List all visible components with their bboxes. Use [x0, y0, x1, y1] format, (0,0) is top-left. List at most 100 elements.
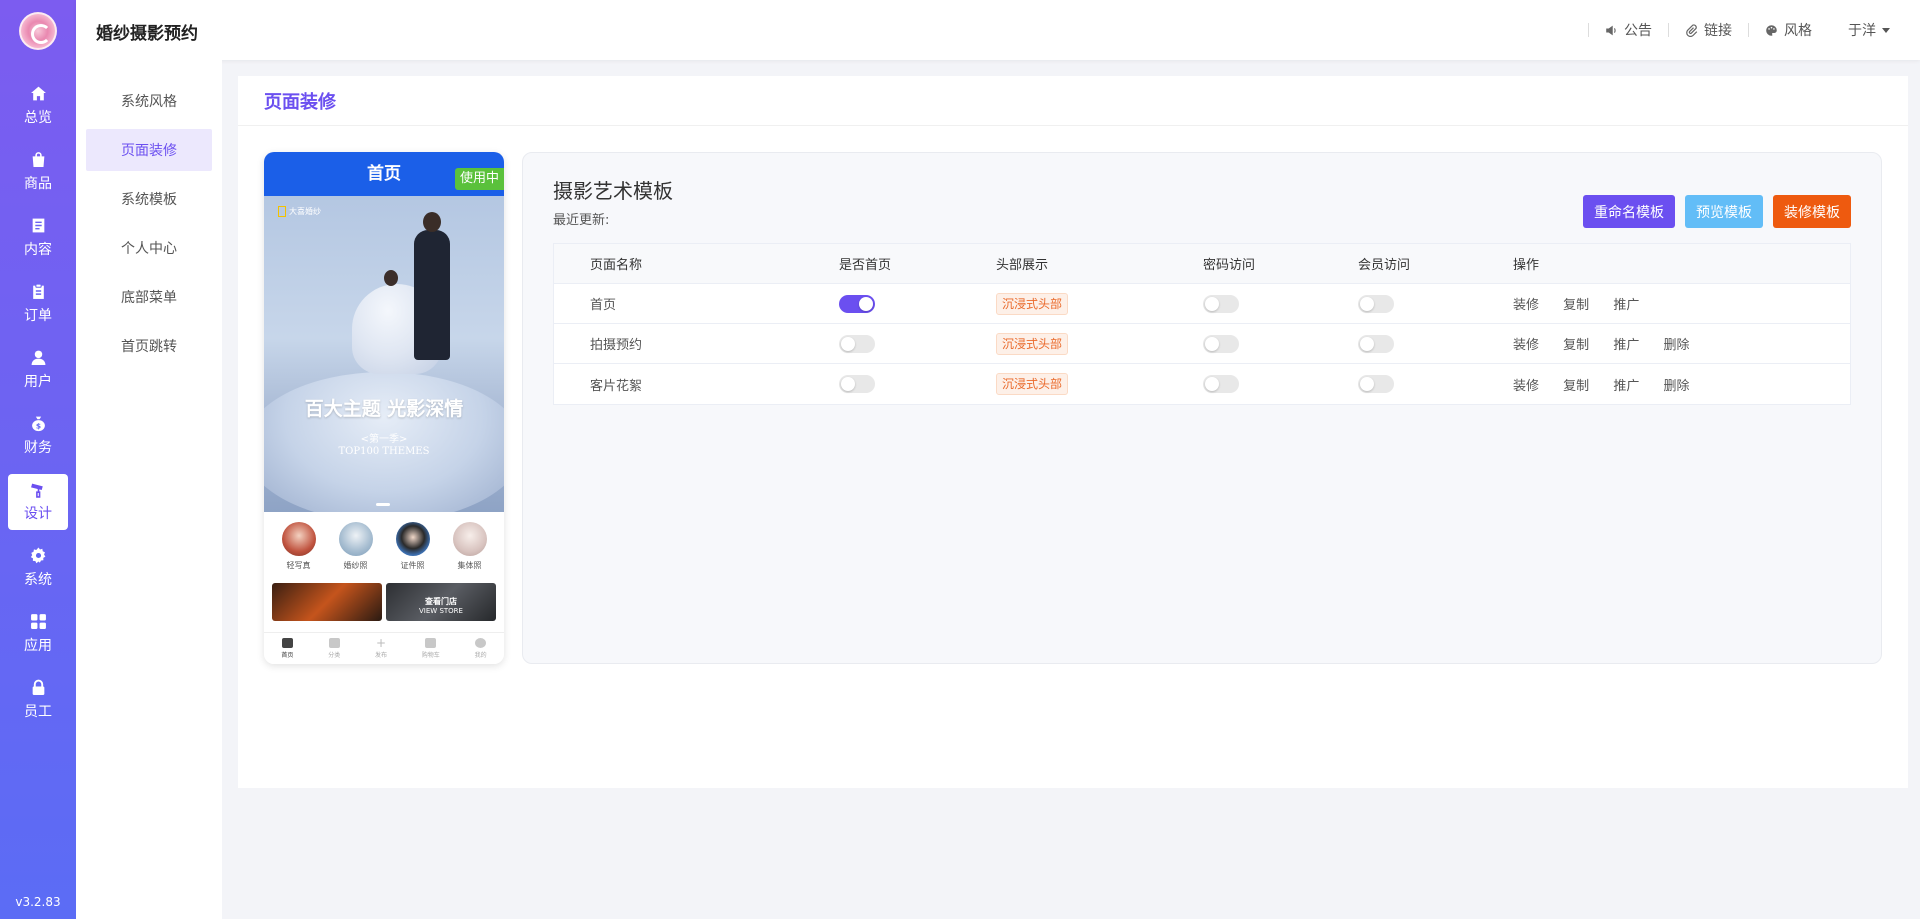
- phone-tab-category[interactable]: 分类: [328, 638, 340, 659]
- phone-tab-label: 我的: [474, 652, 487, 659]
- category-list: 轻写真 婚纱照 证件照 集体照: [264, 512, 504, 571]
- delete-link[interactable]: 删除: [1663, 375, 1689, 394]
- status-badge: 使用中: [454, 168, 504, 190]
- decorate-link[interactable]: 装修: [1513, 334, 1539, 353]
- subnav-item-personal-center[interactable]: 个人中心: [86, 227, 212, 269]
- rename-template-button[interactable]: 重命名模板: [1583, 195, 1675, 228]
- category-label: 婚纱照: [343, 561, 368, 570]
- phone-tab-cart[interactable]: 购物车: [422, 638, 440, 659]
- password-toggle[interactable]: [1203, 375, 1239, 393]
- grid-icon: [328, 638, 340, 648]
- preview-template-button[interactable]: 预览模板: [1685, 195, 1763, 228]
- phone-tab-publish[interactable]: + 发布: [375, 636, 387, 659]
- nav-item-label: 系统: [24, 572, 52, 588]
- subnav-item-page-decoration[interactable]: 页面装修: [86, 129, 212, 171]
- member-toggle[interactable]: [1358, 375, 1394, 393]
- pages-table: 页面名称 是否首页 头部展示 密码访问 会员访问 操作 首页 沉浸式头部 装修 …: [553, 243, 1851, 405]
- home-icon: [281, 638, 293, 648]
- promote-link[interactable]: 推广: [1613, 375, 1639, 394]
- nav-item-finance[interactable]: $ 财务: [8, 408, 68, 464]
- decorate-template-button[interactable]: 装修模板: [1773, 195, 1851, 228]
- updated-label: 最近更新:: [553, 213, 610, 228]
- template-panel: 摄影艺术模板 最近更新: 重命名模板 预览模板 装修模板 页面名称 是否首页 头…: [522, 152, 1882, 664]
- subnav-item-system-style[interactable]: 系统风格: [86, 80, 212, 122]
- nav-item-overview[interactable]: 总览: [8, 78, 68, 134]
- copy-link[interactable]: 复制: [1563, 334, 1589, 353]
- copy-link[interactable]: 复制: [1563, 375, 1589, 394]
- decorate-link[interactable]: 装修: [1513, 375, 1539, 394]
- is-home-cell: [839, 375, 996, 393]
- phone-tab-label: 首页: [281, 652, 294, 659]
- header-tag: 沉浸式头部: [996, 373, 1069, 395]
- phone-tabbar: 首页 分类 + 发布 购物车 我的: [264, 632, 504, 664]
- style-link[interactable]: 风格: [1765, 20, 1812, 40]
- delete-link[interactable]: 删除: [1663, 334, 1689, 353]
- nav-item-label: 总览: [24, 110, 52, 126]
- nav-item-label: 内容: [24, 242, 52, 258]
- promote-link[interactable]: 推广: [1613, 334, 1639, 353]
- subnav-item-home-redirect[interactable]: 首页跳转: [86, 325, 212, 367]
- table-row: 客片花絮 沉浸式头部 装修 复制 推广 删除: [554, 364, 1850, 404]
- category-item[interactable]: 集体照: [452, 522, 487, 571]
- subnav-item-system-template[interactable]: 系统模板: [86, 178, 212, 220]
- nav-item-content[interactable]: 内容: [8, 210, 68, 266]
- nav-item-orders[interactable]: 订单: [8, 276, 68, 332]
- template-name: 摄影艺术模板: [553, 179, 673, 203]
- sub-nav: 系统风格 页面装修 系统模板 个人中心 底部菜单 首页跳转: [76, 60, 222, 919]
- member-toggle[interactable]: [1358, 294, 1394, 313]
- nav-item-system[interactable]: 系统: [8, 540, 68, 596]
- promo-tile[interactable]: [272, 583, 382, 621]
- grid-icon: [30, 614, 46, 629]
- is-home-toggle[interactable]: [839, 294, 875, 313]
- app-logo[interactable]: [19, 12, 57, 50]
- nav-item-label: 财务: [24, 440, 52, 456]
- nav-item-label: 用户: [24, 374, 52, 390]
- password-toggle[interactable]: [1203, 294, 1239, 313]
- user-menu[interactable]: 于洋: [1848, 20, 1890, 40]
- phone-tab-home[interactable]: 首页: [281, 638, 293, 659]
- column-header: 密码访问: [1203, 258, 1256, 273]
- phone-tab-mine[interactable]: 我的: [475, 638, 487, 659]
- is-home-toggle[interactable]: [839, 334, 875, 353]
- main-sidebar: 总览 商品 内容 订单 用户 $ 财务 设计 系统 应用 员工 v3.2.83: [0, 0, 76, 919]
- links-label: 链接: [1704, 23, 1732, 39]
- header-cell: 沉浸式头部: [996, 373, 1203, 395]
- copy-link[interactable]: 复制: [1563, 294, 1589, 313]
- logo-mark-icon: [278, 206, 286, 217]
- chevron-down-icon: [1882, 27, 1890, 33]
- page-title: 页面装修: [238, 76, 1908, 126]
- template-actions: 重命名模板 预览模板 装修模板: [1573, 195, 1851, 228]
- nav-item-label: 员工: [24, 704, 52, 720]
- nav-item-design[interactable]: 设计: [8, 474, 68, 530]
- table-row: 首页 沉浸式头部 装修 复制 推广: [554, 284, 1850, 324]
- member-toggle[interactable]: [1358, 334, 1394, 353]
- money-bag-icon: $: [31, 416, 45, 432]
- header-cell: 沉浸式头部: [996, 292, 1203, 315]
- nav-item-apps[interactable]: 应用: [8, 606, 68, 662]
- promo-tiles: 查看门店 VIEW STORE: [264, 571, 504, 621]
- column-header: 页面名称: [590, 258, 643, 273]
- category-item[interactable]: 婚纱照: [338, 522, 373, 571]
- password-toggle[interactable]: [1203, 334, 1239, 353]
- is-home-toggle[interactable]: [839, 375, 875, 393]
- lock-icon: [32, 679, 44, 695]
- banner-headline: 百大主题 光影深情: [304, 398, 464, 420]
- main-nav: 总览 商品 内容 订单 用户 $ 财务 设计 系统 应用 员工: [0, 78, 76, 738]
- category-item[interactable]: 证件照: [395, 522, 430, 571]
- decorate-link[interactable]: 装修: [1513, 294, 1539, 313]
- nav-item-products[interactable]: 商品: [8, 144, 68, 200]
- category-item[interactable]: 轻写真: [281, 522, 316, 571]
- plus-icon: +: [375, 636, 387, 650]
- phone-title: 首页: [367, 164, 401, 184]
- nav-item-users[interactable]: 用户: [8, 342, 68, 398]
- phone-preview[interactable]: 首页 使用中 大喜婚纱 百大主题 光影深情 <第一季> TOP100 THEME…: [264, 152, 504, 664]
- links-link[interactable]: 链接: [1685, 20, 1732, 40]
- banner-logo: 大喜婚纱: [278, 206, 321, 217]
- announcement-link[interactable]: 公告: [1605, 20, 1652, 40]
- page-name-cell: 拍摄预约: [590, 338, 643, 353]
- promote-link[interactable]: 推广: [1613, 294, 1639, 313]
- store-tile[interactable]: 查看门店 VIEW STORE: [386, 583, 496, 621]
- bag-icon: [32, 152, 44, 167]
- nav-item-staff[interactable]: 员工: [8, 672, 68, 728]
- subnav-item-bottom-menu[interactable]: 底部菜单: [86, 276, 212, 318]
